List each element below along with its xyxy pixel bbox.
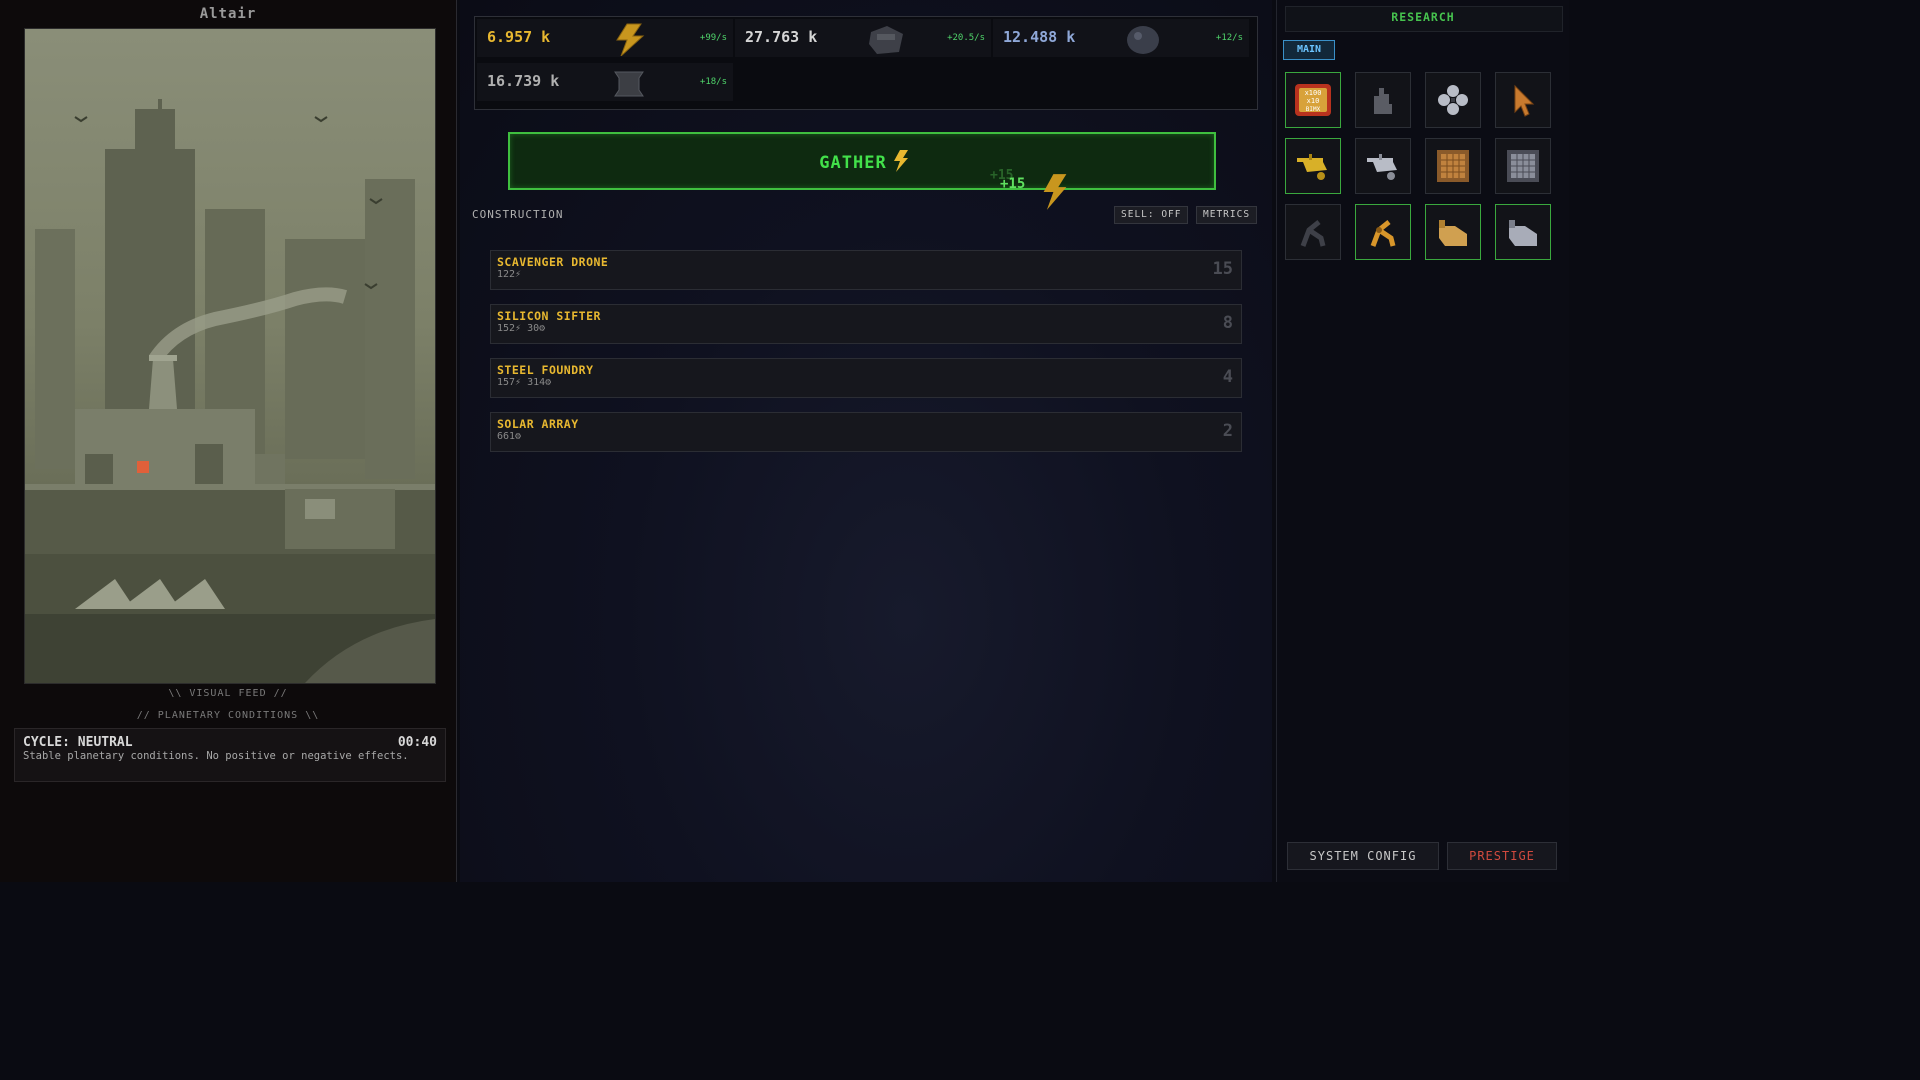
planetary-conditions-caption: // PLANETARY CONDITIONS \\ <box>136 710 320 721</box>
drone-gold-icon <box>1297 154 1327 180</box>
planet-name: Altair <box>199 6 257 22</box>
metrics-button[interactable]: METRICS <box>1196 206 1258 224</box>
cycle-status-box: CYCLE: NEUTRAL 00:40 Stable planetary co… <box>14 728 446 782</box>
building-name: SILICON SIFTER <box>497 309 601 323</box>
building-count: 4 <box>1222 367 1233 387</box>
energy-icon <box>893 150 908 172</box>
arm-gold-icon <box>1370 220 1396 247</box>
resource-energy-rate: +99/s <box>699 33 727 43</box>
resource-steel-rate: +18/s <box>699 77 727 87</box>
research-drone-silver[interactable] <box>1355 138 1411 194</box>
prestige-button[interactable]: PRESTIGE <box>1447 842 1557 870</box>
glove-gold-icon <box>1439 220 1467 246</box>
drone-silver-icon <box>1367 154 1397 180</box>
visual-feed <box>24 28 436 684</box>
building-steel-foundry[interactable]: STEEL FOUNDRY 157⚡ 314⚙ 4 <box>490 358 1242 398</box>
resource-steel: 16.739 k +18/s <box>477 63 733 101</box>
badge-text-bimx: BIMX <box>1306 106 1321 113</box>
building-count: 15 <box>1212 259 1233 279</box>
resource-silicon-rate: +12/s <box>1215 33 1243 43</box>
building-name: SCAVENGER DRONE <box>497 255 609 269</box>
main-panel: 6.957 k +99/s 27.763 k +20.5/s 12.488 k … <box>460 0 1272 882</box>
resource-silicon-value: 12.488 k <box>1003 28 1076 46</box>
gather-floating-text: +15 <box>1000 176 1026 192</box>
visual-feed-caption: \\ VISUAL FEED // <box>168 688 288 699</box>
resource-energy-value: 6.957 k <box>487 28 551 46</box>
cycle-title: CYCLE: NEUTRAL <box>23 735 133 750</box>
multiplier-badge-icon: x100 x10 BIMX <box>1295 84 1331 116</box>
building-silicon-sifter[interactable]: SILICON SIFTER 152⚡ 30⚙ 8 <box>490 304 1242 344</box>
research-drone-gold[interactable] <box>1285 138 1341 194</box>
hand-click-icon <box>1374 88 1392 114</box>
research-glove-silver[interactable] <box>1495 204 1551 260</box>
cursor-icon <box>1514 84 1535 117</box>
research-arm-gold[interactable] <box>1355 204 1411 260</box>
building-name: SOLAR ARRAY <box>497 417 579 431</box>
badge-text-x10: x10 <box>1307 97 1320 105</box>
resource-energy: 6.957 k +99/s <box>477 19 733 57</box>
floating-energy-icon <box>1043 174 1067 210</box>
building-cost: 152⚡ 30⚙ <box>497 323 546 334</box>
gather-button[interactable]: GATHER <box>508 132 1216 190</box>
building-cost: 157⚡ 314⚙ <box>497 377 552 388</box>
cycle-description: Stable planetary conditions. No positive… <box>23 750 409 762</box>
research-multiplier-badge[interactable]: x100 x10 BIMX <box>1285 72 1341 128</box>
building-cost: 122⚡ <box>497 269 522 280</box>
building-count: 8 <box>1222 313 1233 333</box>
clover-icon <box>1438 85 1468 115</box>
research-glove-gold[interactable] <box>1425 204 1481 260</box>
resource-silicon: 12.488 k +12/s <box>993 19 1249 57</box>
grid-panel-steel-icon <box>1507 150 1539 182</box>
cycle-timer: 00:40 <box>397 735 437 750</box>
building-scavenger-drone[interactable]: SCAVENGER DRONE 122⚡ 15 <box>490 250 1242 290</box>
energy-icon <box>616 23 645 56</box>
scrap-icon <box>869 26 903 54</box>
wasteland-scene-image <box>25 99 435 683</box>
research-title: RESEARCH <box>1391 10 1455 24</box>
planet-panel: Altair \\ VISUAL FEED // // PLANETARY CO… <box>0 0 457 882</box>
gather-label-wrap: GATHER <box>510 150 1218 173</box>
building-count: 2 <box>1222 421 1233 441</box>
gather-label: GATHER <box>819 153 887 173</box>
resource-scrap-value: 27.763 k <box>745 28 818 46</box>
research-grid-panel-bronze[interactable] <box>1425 138 1481 194</box>
badge-text-x100: x100 <box>1305 89 1322 97</box>
silicon-icon <box>1127 26 1159 54</box>
research-cursor[interactable] <box>1495 72 1551 128</box>
building-name: STEEL FOUNDRY <box>497 363 594 377</box>
glove-silver-icon <box>1509 220 1537 246</box>
system-config-button[interactable]: SYSTEM CONFIG <box>1287 842 1439 870</box>
research-panel: RESEARCH MAIN x100 x10 BIMX SYSTEM CONFI… <box>1276 0 1569 882</box>
grid-panel-bronze-icon <box>1437 150 1469 182</box>
building-cost: 661⚙ <box>497 431 522 442</box>
sell-toggle-button[interactable]: SELL: OFF <box>1114 206 1189 224</box>
building-solar-array[interactable]: SOLAR ARRAY 661⚙ 2 <box>490 412 1242 452</box>
resource-scrap: 27.763 k +20.5/s <box>735 19 991 57</box>
research-grid-panel-steel[interactable] <box>1495 138 1551 194</box>
research-hand-click[interactable] <box>1355 72 1411 128</box>
tab-main[interactable]: MAIN <box>1283 40 1335 60</box>
construction-title: CONSTRUCTION <box>472 208 564 221</box>
steel-icon <box>614 71 644 97</box>
arm-dark-icon <box>1300 220 1326 247</box>
resource-bar: 6.957 k +99/s 27.763 k +20.5/s 12.488 k … <box>474 16 1258 110</box>
research-arm-dark[interactable] <box>1285 204 1341 260</box>
resource-steel-value: 16.739 k <box>487 72 560 90</box>
resource-scrap-rate: +20.5/s <box>947 33 985 43</box>
research-clover[interactable] <box>1425 72 1481 128</box>
